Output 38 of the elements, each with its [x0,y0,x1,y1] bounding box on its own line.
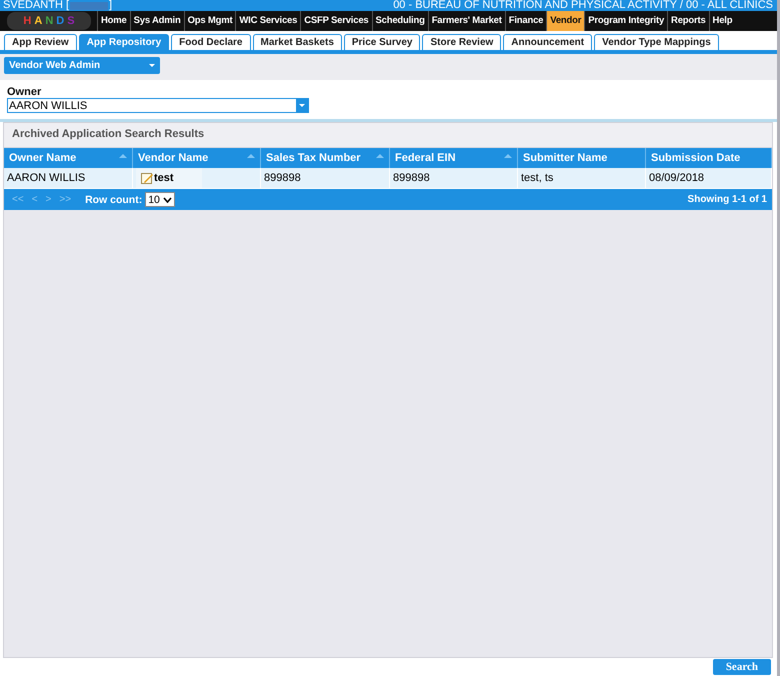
tab[interactable]: Store Review [422,34,502,50]
panel-title: Archived Application Search Results [4,123,772,148]
location-text: 00 - BUREAU OF NUTRITION AND PHYSICAL ACTIVITY / 00 - ALL CLINICS [393,0,773,11]
sort-icon [247,154,255,158]
user-name: SVEDANTH [ [3,0,70,11]
logo-letter: H [23,15,32,27]
table-cell: test, ts [518,168,646,189]
table-cell: 899898 [261,168,390,189]
sort-icon [504,154,512,158]
owner-select[interactable]: AARON WILLIS [7,98,309,113]
table-cell: 899898 [390,168,518,189]
tab[interactable]: Vendor Type Mappings [594,34,719,50]
caret-icon [149,64,155,67]
chevron-icon [162,196,172,202]
menu-item[interactable]: Vendor [546,11,584,31]
logo-letter: D [56,15,64,27]
logo-letter: N [45,15,54,27]
caret-icon [299,104,305,107]
dropdown-button[interactable] [296,99,308,112]
bracket-text: ] [109,0,112,11]
tab[interactable]: Food Declare [171,34,250,50]
logo-letter: A [34,15,42,27]
sort-icon [119,154,127,158]
row-count-select[interactable]: 10 [145,192,175,207]
row-count-label: Row count: [85,194,142,206]
logo-letter: S [67,15,75,27]
owner-label: Owner [7,86,42,98]
edit-icon [141,172,153,184]
redacted-block [70,2,108,10]
tab[interactable]: Announcement [503,34,592,50]
showing-text: Showing 1-1 of 1 [688,194,767,205]
tab[interactable]: Market Baskets [252,34,342,50]
table-cell: 08/09/2018 [646,168,772,189]
tab[interactable]: App Review [4,34,77,50]
vendor-link[interactable]: test [136,168,202,188]
table-cell: AARON WILLIS [4,168,133,189]
sort-icon [376,154,384,158]
tab[interactable]: Price Survey [344,34,420,50]
